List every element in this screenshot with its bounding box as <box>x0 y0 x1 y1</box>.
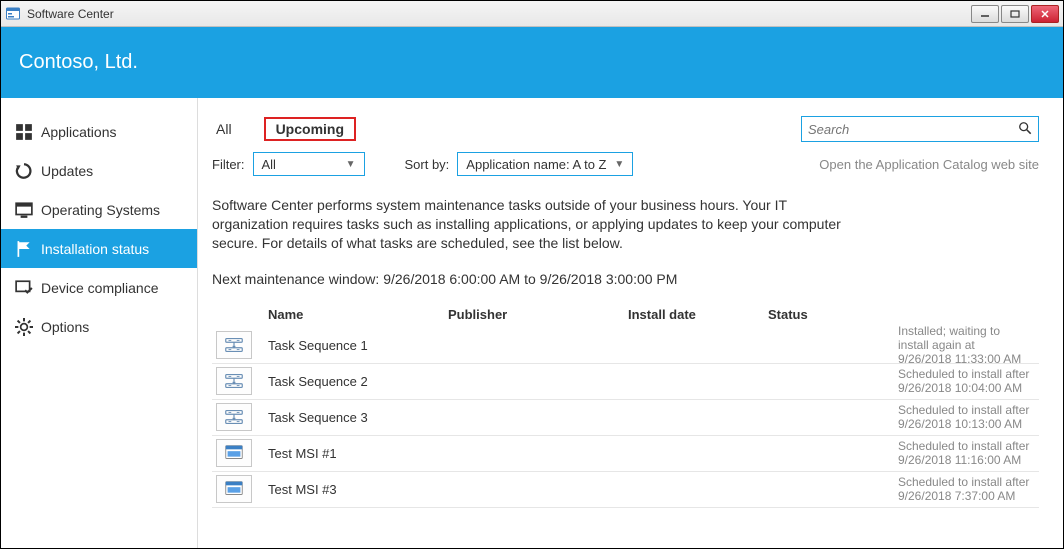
sidebar-item-label: Applications <box>41 124 117 140</box>
col-name[interactable]: Name <box>268 307 448 322</box>
updates-icon <box>15 162 33 180</box>
tab-upcoming[interactable]: Upcoming <box>264 117 356 141</box>
row-status: Installed; waiting to install again at 9… <box>768 324 1039 366</box>
sidebar-item-label: Updates <box>41 163 93 179</box>
sidebar-item-options[interactable]: Options <box>1 307 197 346</box>
sort-label: Sort by: <box>405 157 450 172</box>
filter-select[interactable]: All ▼ <box>253 152 365 176</box>
sidebar-item-updates[interactable]: Updates <box>1 151 197 190</box>
row-name: Test MSI #3 <box>268 482 448 497</box>
sidebar-item-label: Device compliance <box>41 280 159 296</box>
task-sequence-icon <box>216 403 252 431</box>
chevron-down-icon: ▼ <box>614 159 624 170</box>
task-sequence-icon <box>216 367 252 395</box>
sort-select[interactable]: Application name: A to Z ▼ <box>457 152 633 176</box>
search-icon[interactable] <box>1018 121 1032 138</box>
row-name: Task Sequence 1 <box>268 338 448 353</box>
col-install-date[interactable]: Install date <box>628 307 768 322</box>
row-status: Scheduled to install after 9/26/2018 10:… <box>768 403 1039 431</box>
filter-value: All <box>262 157 276 172</box>
sidebar: Applications Updates Operating Systems I… <box>1 98 198 548</box>
flag-icon <box>15 240 33 258</box>
gear-icon <box>15 318 33 336</box>
window-title: Software Center <box>27 7 971 21</box>
row-status: Scheduled to install after 9/26/2018 11:… <box>768 439 1039 467</box>
os-icon <box>15 201 33 219</box>
maximize-button[interactable] <box>1001 5 1029 23</box>
table-row[interactable]: Task Sequence 2 Scheduled to install aft… <box>212 364 1039 400</box>
table-row[interactable]: Task Sequence 1 Installed; waiting to in… <box>212 328 1039 364</box>
compliance-icon <box>15 279 33 297</box>
sidebar-item-os[interactable]: Operating Systems <box>1 190 197 229</box>
sidebar-item-applications[interactable]: Applications <box>1 112 197 151</box>
sidebar-item-compliance[interactable]: Device compliance <box>1 268 197 307</box>
table-row[interactable]: Task Sequence 3 Scheduled to install aft… <box>212 400 1039 436</box>
org-banner: Contoso, Ltd. <box>1 27 1063 98</box>
apps-icon <box>15 123 33 141</box>
sidebar-item-label: Options <box>41 319 89 335</box>
maintenance-window-text: Next maintenance window: 9/26/2018 6:00:… <box>212 271 1039 287</box>
row-name: Task Sequence 3 <box>268 410 448 425</box>
row-name: Task Sequence 2 <box>268 374 448 389</box>
table-row[interactable]: Test MSI #3 Scheduled to install after 9… <box>212 472 1039 508</box>
org-name: Contoso, Ltd. <box>19 51 138 74</box>
sidebar-item-label: Installation status <box>41 241 149 257</box>
row-status: Scheduled to install after 9/26/2018 7:3… <box>768 475 1039 503</box>
titlebar: Software Center <box>1 1 1063 27</box>
chevron-down-icon: ▼ <box>346 159 356 170</box>
col-publisher[interactable]: Publisher <box>448 307 628 322</box>
table-row[interactable]: Test MSI #1 Scheduled to install after 9… <box>212 436 1039 472</box>
search-box[interactable] <box>801 116 1039 142</box>
msi-package-icon <box>216 475 252 503</box>
close-button[interactable] <box>1031 5 1059 23</box>
main-content: All Upcoming Filter: All ▼ Sort by: Appl… <box>198 98 1063 548</box>
app-icon <box>5 6 21 22</box>
search-input[interactable] <box>808 122 1018 137</box>
sidebar-item-label: Operating Systems <box>41 202 160 218</box>
filter-label: Filter: <box>212 157 245 172</box>
task-sequence-icon <box>216 331 252 359</box>
tab-all[interactable]: All <box>212 118 236 140</box>
row-name: Test MSI #1 <box>268 446 448 461</box>
sort-value: Application name: A to Z <box>466 157 606 172</box>
col-status[interactable]: Status <box>768 307 1039 322</box>
row-status: Scheduled to install after 9/26/2018 10:… <box>768 367 1039 395</box>
catalog-link[interactable]: Open the Application Catalog web site <box>819 157 1039 172</box>
minimize-button[interactable] <box>971 5 999 23</box>
description-text: Software Center performs system maintena… <box>212 196 852 253</box>
msi-package-icon <box>216 439 252 467</box>
sidebar-item-installation-status[interactable]: Installation status <box>1 229 197 268</box>
